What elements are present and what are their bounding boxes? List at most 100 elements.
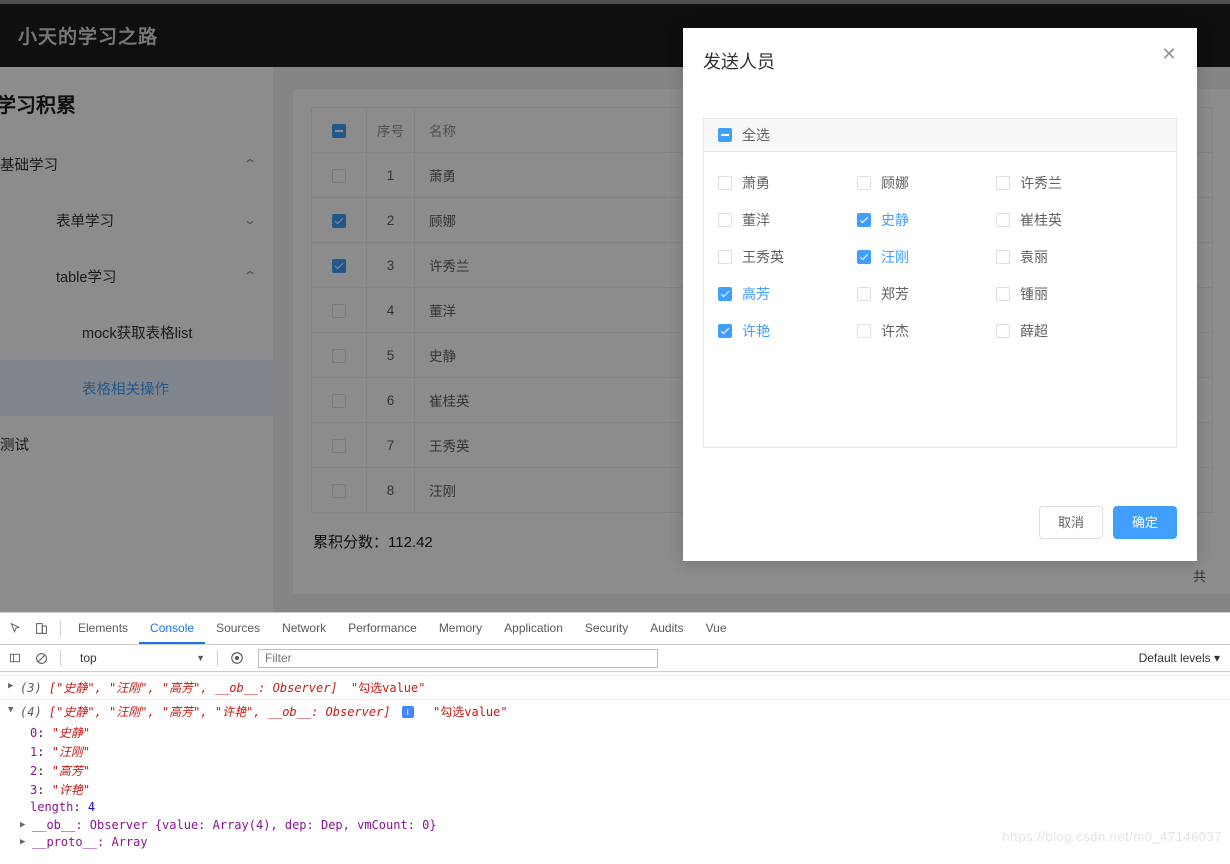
console-row1-message: "勾选value" (350, 681, 426, 695)
person-label: 高芳 (742, 285, 770, 302)
dialog-title: 发送人员 (703, 52, 775, 72)
person-checkbox[interactable] (996, 249, 1010, 264)
devtools-tab-application[interactable]: Application (493, 613, 574, 644)
person-checkbox[interactable] (718, 249, 732, 264)
toggle-device-toolbar-icon[interactable] (28, 616, 54, 642)
clear-console-icon[interactable] (28, 645, 54, 671)
console-toolbar: top ▼ Filter Default levels ▾ (0, 645, 1230, 672)
console-item-value: "高芳" (51, 764, 91, 778)
console-length-line: length: 4 (30, 800, 96, 814)
dialog-body: 全选 萧勇 董洋 王秀英 高芳 许艳 顾娜 史静 汪刚 郑芳 许杰 许秀兰 崔桂英 袁丽 锺丽 薛超 (683, 102, 1197, 448)
checkbox-column-1: 顾娜史静汪刚郑芳 许杰 (857, 164, 996, 349)
execution-context-select[interactable]: top ▼ (71, 649, 211, 668)
person-checkbox[interactable] (996, 175, 1010, 190)
person-checkbox[interactable] (718, 323, 732, 338)
select-all-row[interactable]: 全选 (704, 119, 1176, 152)
console-length-value: 4 (87, 800, 96, 814)
filter-input[interactable]: Filter (258, 648, 658, 668)
person-label: 董洋 (742, 211, 770, 228)
confirm-button[interactable]: 确定 (1112, 506, 1177, 539)
inspect-element-icon[interactable] (2, 616, 28, 642)
person-label: 顾娜 (881, 174, 909, 191)
person-label: 史静 (881, 211, 909, 228)
devtools-tab-sources[interactable]: Sources (205, 613, 271, 644)
console-row1-count: (3) (20, 681, 42, 695)
person-checkbox[interactable] (857, 286, 871, 301)
person-label: 汪刚 (881, 248, 909, 265)
person-checkbox[interactable] (857, 249, 871, 264)
toolbar-divider-2 (60, 650, 61, 666)
console-log-row-2[interactable]: ▼ (4) ["史静", "汪刚", "高芳", "许艳", __ob__: O… (0, 700, 1230, 723)
person-checkbox-item[interactable]: 顾娜 (857, 164, 996, 201)
console-settings-eye-icon[interactable] (224, 645, 250, 671)
console-array-details: 0: "史静" 1: "汪刚" 2: "高芳" 3: "许艳" (0, 723, 1230, 799)
person-checkbox-item[interactable]: 薛超 (996, 312, 1135, 349)
person-checkbox[interactable] (996, 212, 1010, 227)
devtools-tab-network[interactable]: Network (271, 613, 337, 644)
devtools-tabbar: Elements Console Sources Network Performance… (0, 613, 1230, 645)
console-sidebar-toggle-icon[interactable] (2, 645, 28, 671)
expand-triangle-icon[interactable]: ▶ (8, 679, 20, 691)
person-label: 崔桂英 (1020, 211, 1062, 228)
person-checkbox-item[interactable]: 董洋 (718, 201, 857, 238)
devtools-tab-memory[interactable]: Memory (428, 613, 493, 644)
devtools-tab-security[interactable]: Security (574, 613, 639, 644)
console-length-key: length (30, 800, 74, 814)
web-page-area: 小天的学习之路 学习积累 基础学习表单学习table学习mock获取表格list… (0, 0, 1230, 612)
devtools-tab-elements[interactable]: Elements (67, 613, 139, 644)
console-proto-text: __proto__: Array (32, 835, 148, 849)
checkbox-column-2: 许秀兰崔桂英袁丽锺丽 薛超 (996, 164, 1135, 349)
checkbox-grid: 萧勇 董洋 王秀英 高芳 许艳 顾娜 史静 汪刚 郑芳 许杰 许秀兰 崔桂英 袁丽 锺丽 薛超 (704, 152, 1176, 349)
expand-triangle-icon-ob[interactable]: ▶ (20, 818, 32, 830)
person-checkbox[interactable] (718, 175, 732, 190)
dialog-footer: 取消 确定 (1038, 506, 1177, 539)
person-checkbox-item[interactable]: 王秀英 (718, 238, 857, 275)
devtools-tab-vue[interactable]: Vue (695, 613, 738, 644)
console-row2-array: ["史静", "汪刚", "高芳", "许艳", __ob__: Observe… (48, 705, 391, 719)
person-checkbox-item[interactable]: 郑芳 (857, 275, 996, 312)
console-log-row-1[interactable]: ▶ (3) ["史静", "汪刚", "高芳", __ob__: Observe… (0, 675, 1230, 700)
select-all-checkbox[interactable] (718, 128, 732, 142)
close-icon[interactable]: ✕ (1157, 42, 1181, 66)
console-array-item: 0: "史静" (30, 726, 91, 740)
person-checkbox[interactable] (996, 286, 1010, 301)
chevron-down-icon: ▼ (196, 653, 205, 663)
cancel-button[interactable]: 取消 (1038, 506, 1103, 539)
devtools-tab-console[interactable]: Console (139, 613, 206, 644)
person-checkbox-item[interactable]: 许杰 (857, 312, 996, 349)
person-checkbox-item[interactable]: 高芳 (718, 275, 857, 312)
person-checkbox-item[interactable]: 萧勇 (718, 164, 857, 201)
devtools-tab-audits[interactable]: Audits (639, 613, 694, 644)
person-checkbox[interactable] (718, 286, 732, 301)
person-checkbox-item[interactable]: 袁丽 (996, 238, 1135, 275)
console-observer-text: __ob__: Observer {value: Array(4), dep: … (32, 818, 437, 832)
person-checkbox-item[interactable]: 锺丽 (996, 275, 1135, 312)
person-checkbox[interactable] (718, 212, 732, 227)
log-levels-label: Default levels (1138, 651, 1211, 665)
toolbar-divider (60, 620, 61, 637)
select-all-label: 全选 (742, 127, 770, 143)
person-checkbox[interactable] (996, 323, 1010, 338)
person-label: 许艳 (742, 322, 770, 339)
console-output: ▶ (3) ["史静", "汪刚", "高芳", __ob__: Observe… (0, 672, 1230, 852)
person-checkbox-item[interactable]: 许艳 (718, 312, 857, 349)
console-row1-array: ["史静", "汪刚", "高芳", __ob__: Observer] (48, 681, 338, 695)
person-checkbox[interactable] (857, 323, 871, 338)
collapse-triangle-icon[interactable]: ▼ (8, 703, 20, 715)
checkbox-column-0: 萧勇董洋王秀英高芳许艳 (718, 164, 857, 349)
person-checkbox-item[interactable]: 史静 (857, 201, 996, 238)
watermark-text: https://blog.csdn.net/m0_47146037 (1002, 829, 1222, 844)
log-levels-dropdown[interactable]: Default levels ▾ (1139, 651, 1220, 665)
console-item-value: "汪刚" (51, 745, 91, 759)
expand-triangle-icon-proto[interactable]: ▶ (20, 835, 32, 847)
devtools-tab-performance[interactable]: Performance (337, 613, 428, 644)
person-checkbox-item[interactable]: 汪刚 (857, 238, 996, 275)
person-checkbox-item[interactable]: 崔桂英 (996, 201, 1135, 238)
person-checkbox-item[interactable]: 许秀兰 (996, 164, 1135, 201)
console-row2-message: "勾选value" (433, 705, 508, 719)
info-icon[interactable]: i (401, 706, 414, 718)
person-label: 袁丽 (1020, 248, 1048, 265)
person-checkbox[interactable] (857, 175, 871, 190)
person-checkbox[interactable] (857, 212, 871, 227)
screenshot-root: 小天的学习之路 学习积累 基础学习表单学习table学习mock获取表格list… (0, 0, 1230, 864)
